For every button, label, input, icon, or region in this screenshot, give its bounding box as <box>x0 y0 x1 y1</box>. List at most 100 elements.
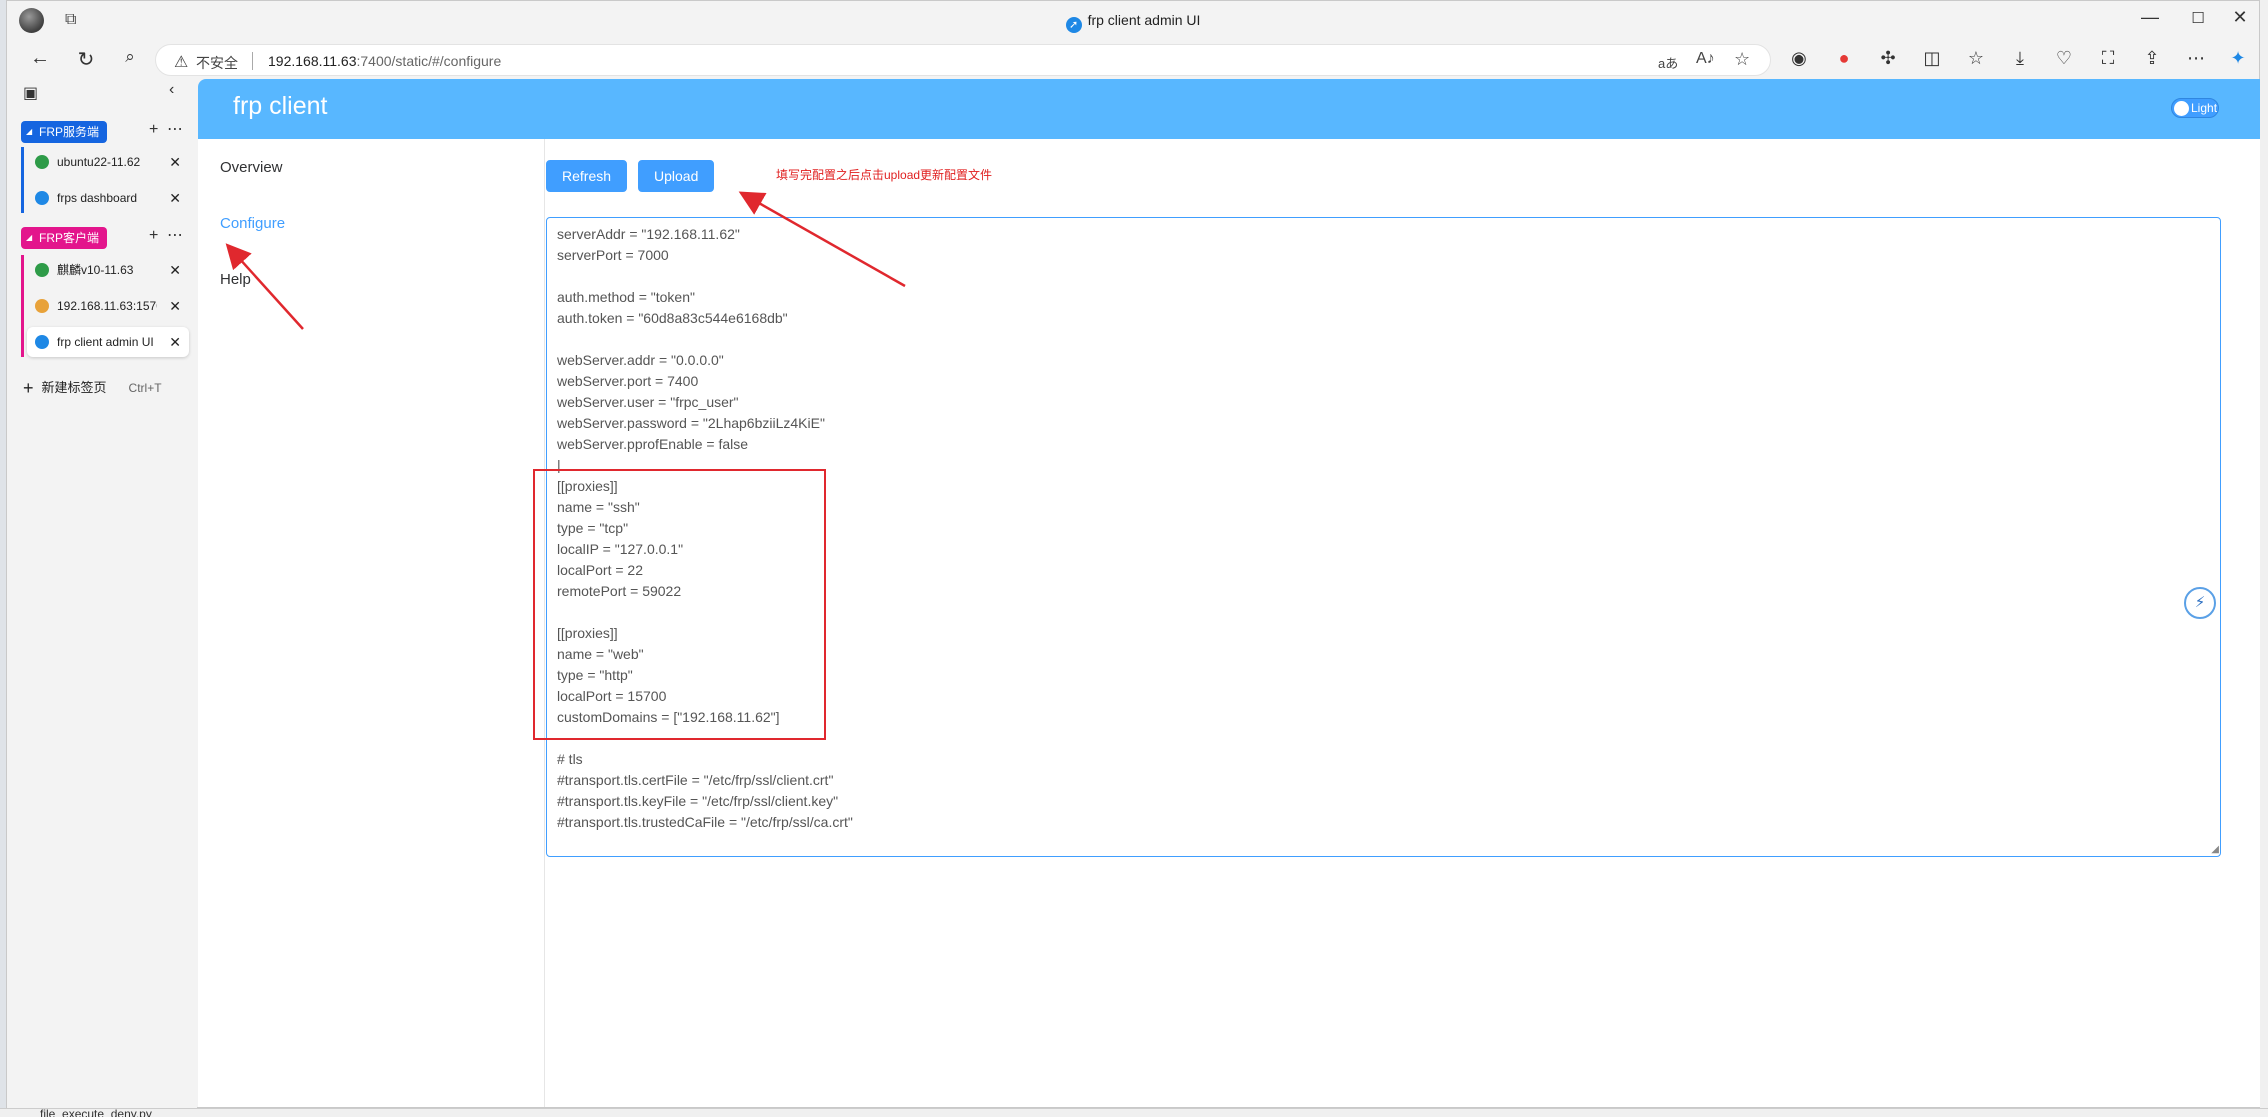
background-window-edge <box>2260 0 2268 1117</box>
copilot-icon[interactable]: ✦ <box>2223 48 2253 69</box>
tab-label: frp client admin UI <box>57 335 154 349</box>
theme-toggle[interactable]: Light <box>2171 98 2219 118</box>
navigation-bar: ← ↻ ⌕ ⚠ 不安全 192.168.11.63:7400/static/#/… <box>7 41 2259 79</box>
tab-actions-icon[interactable]: ▣ <box>23 83 38 103</box>
new-tab-button[interactable]: + 新建标签页 Ctrl+T <box>23 377 162 399</box>
screenshot-icon[interactable]: ⛶ <box>2093 48 2123 69</box>
maximize-button[interactable]: ☐ <box>2175 9 2221 27</box>
refresh-button[interactable]: Refresh <box>546 160 628 192</box>
close-button[interactable]: ✕ <box>2217 7 2263 28</box>
new-tab-shortcut: Ctrl+T <box>128 381 162 395</box>
tab-group-frp-server[interactable]: FRP服务端 <box>21 121 108 143</box>
record-icon[interactable]: ◉ <box>1784 48 1814 69</box>
app-title: frp client <box>233 92 328 120</box>
config-line: #transport.tls.certFile = "/etc/frp/ssl/… <box>557 772 834 788</box>
close-tab-icon[interactable]: ✕ <box>169 147 181 177</box>
config-line: auth.method = "token" <box>557 289 695 305</box>
magic-wand-icon[interactable]: ⚡ <box>2184 587 2216 619</box>
security-label[interactable]: 不安全 <box>196 53 238 73</box>
close-tab-icon[interactable]: ✕ <box>169 183 181 213</box>
config-line: webServer.password = "2Lhap6bziiLz4KiE" <box>557 415 825 431</box>
window-title: ➚ frp client admin UI <box>7 12 2259 33</box>
group-more-icon[interactable]: ⋯ <box>167 225 183 245</box>
tab-label: 麒麟v10-11.63 <box>57 263 134 277</box>
extension-badge-icon[interactable]: ● <box>1829 48 1859 69</box>
plus-icon: + <box>23 378 34 398</box>
annotation-highlight-box <box>533 469 826 740</box>
config-line <box>557 329 2210 350</box>
upload-button[interactable]: Upload <box>638 160 715 192</box>
translate-icon[interactable]: aあ <box>1658 53 1678 72</box>
favorite-star-icon[interactable]: ☆ <box>1734 49 1750 70</box>
close-tab-icon[interactable]: ✕ <box>169 255 181 285</box>
share-icon[interactable]: ⇪ <box>2137 48 2167 69</box>
tab-group-label: FRP服务端 <box>39 125 100 139</box>
menu-item-help[interactable]: Help <box>220 271 251 288</box>
config-line <box>557 266 2210 287</box>
back-arrow-icon[interactable]: ← <box>25 47 55 70</box>
tab-group-frp-client[interactable]: FRP客户端 <box>21 227 108 249</box>
page-viewport: frp client Light Overview Configure Help… <box>198 79 2261 1107</box>
tab-group-label: FRP客户端 <box>39 231 100 245</box>
tab-frp-client-admin[interactable]: frp client admin UI ✕ <box>27 327 189 357</box>
config-line: #transport.tls.keyFile = "/etc/frp/ssl/c… <box>557 793 839 809</box>
config-line: # tls <box>557 751 583 767</box>
browser-window: ⧉ ➚ frp client admin UI — ☐ ✕ ← ↻ ⌕ ⚠ 不安全… <box>6 0 2263 1109</box>
tab-kylin-v10[interactable]: 麒麟v10-11.63 ✕ <box>27 255 189 285</box>
config-line: webServer.addr = "0.0.0.0" <box>557 352 724 368</box>
config-line: serverAddr = "192.168.11.62" <box>557 226 740 242</box>
shield-icon <box>35 263 49 277</box>
tab-label: 192.168.11.63:15700 <box>57 299 157 313</box>
tab-frps-dashboard[interactable]: frps dashboard ✕ <box>27 183 189 213</box>
url-path: :7400/static/#/configure <box>356 53 502 69</box>
vertical-tabs-sidebar: ▣ ‹ FRP服务端 + ⋯ ubuntu22-11.62 ✕ frps das… <box>7 79 197 1109</box>
close-tab-icon[interactable]: ✕ <box>169 291 181 321</box>
favorites-icon[interactable]: ☆ <box>1961 48 1991 69</box>
tab-label: frps dashboard <box>57 191 138 205</box>
resize-handle-icon[interactable]: ◢ <box>2211 844 2219 855</box>
rocket-icon <box>35 191 49 205</box>
tab-ubuntu22[interactable]: ubuntu22-11.62 ✕ <box>27 147 189 177</box>
theme-label: Light <box>2191 101 2218 115</box>
group-add-tab-icon[interactable]: + <box>149 227 158 245</box>
tab-group-bar <box>21 147 24 213</box>
toggle-knob <box>2174 101 2189 116</box>
background-file-label: file_execute_deny.py <box>40 1107 152 1117</box>
address-bar[interactable]: ⚠ 不安全 192.168.11.63:7400/static/#/config… <box>155 44 1771 76</box>
cat-icon <box>35 299 49 313</box>
menu-item-configure[interactable]: Configure <box>220 215 285 232</box>
shield-icon <box>35 155 49 169</box>
menu-item-overview[interactable]: Overview <box>220 159 283 176</box>
side-menu: Overview Configure Help <box>198 139 545 1107</box>
more-options-icon[interactable]: ⋯ <box>2181 48 2211 69</box>
url-text[interactable]: 192.168.11.63:7400/static/#/configure <box>268 53 501 69</box>
minimize-button[interactable]: — <box>2127 7 2173 28</box>
url-host: 192.168.11.63 <box>268 53 357 69</box>
rocket-icon: ➚ <box>1065 17 1082 33</box>
config-line: #transport.tls.trustedCaFile = "/etc/frp… <box>557 814 853 830</box>
new-tab-label: 新建标签页 <box>41 380 107 395</box>
reload-icon[interactable]: ↻ <box>71 47 101 72</box>
config-line: webServer.port = 7400 <box>557 373 699 389</box>
warning-triangle-icon[interactable]: ⚠ <box>174 52 188 72</box>
group-more-icon[interactable]: ⋯ <box>167 119 183 139</box>
group-add-tab-icon[interactable]: + <box>149 121 158 139</box>
config-line: auth.token = "60d8a83c544e6168db" <box>557 310 788 326</box>
split-screen-icon[interactable]: ◫ <box>1917 48 1947 69</box>
config-line: webServer.user = "frpc_user" <box>557 394 739 410</box>
config-line: webServer.pprofEnable = false <box>557 436 749 452</box>
downloads-icon[interactable]: ⤓ <box>2005 48 2035 69</box>
app-header: frp client Light <box>198 79 2261 139</box>
collapse-sidebar-icon[interactable]: ‹ <box>169 81 174 99</box>
browser-essentials-icon[interactable]: ♡ <box>2049 48 2079 69</box>
window-title-text: frp client admin UI <box>1087 12 1201 28</box>
rocket-icon <box>35 335 49 349</box>
close-tab-icon[interactable]: ✕ <box>169 327 181 357</box>
extensions-puzzle-icon[interactable]: ✣ <box>1873 48 1903 69</box>
tab-group-bar <box>21 255 24 357</box>
search-icon[interactable]: ⌕ <box>115 47 145 67</box>
tab-label: ubuntu22-11.62 <box>57 155 141 169</box>
read-aloud-icon[interactable]: A♪ <box>1696 50 1715 68</box>
tab-192-168-11-63[interactable]: 192.168.11.63:15700 ✕ <box>27 291 189 321</box>
divider <box>252 52 253 70</box>
